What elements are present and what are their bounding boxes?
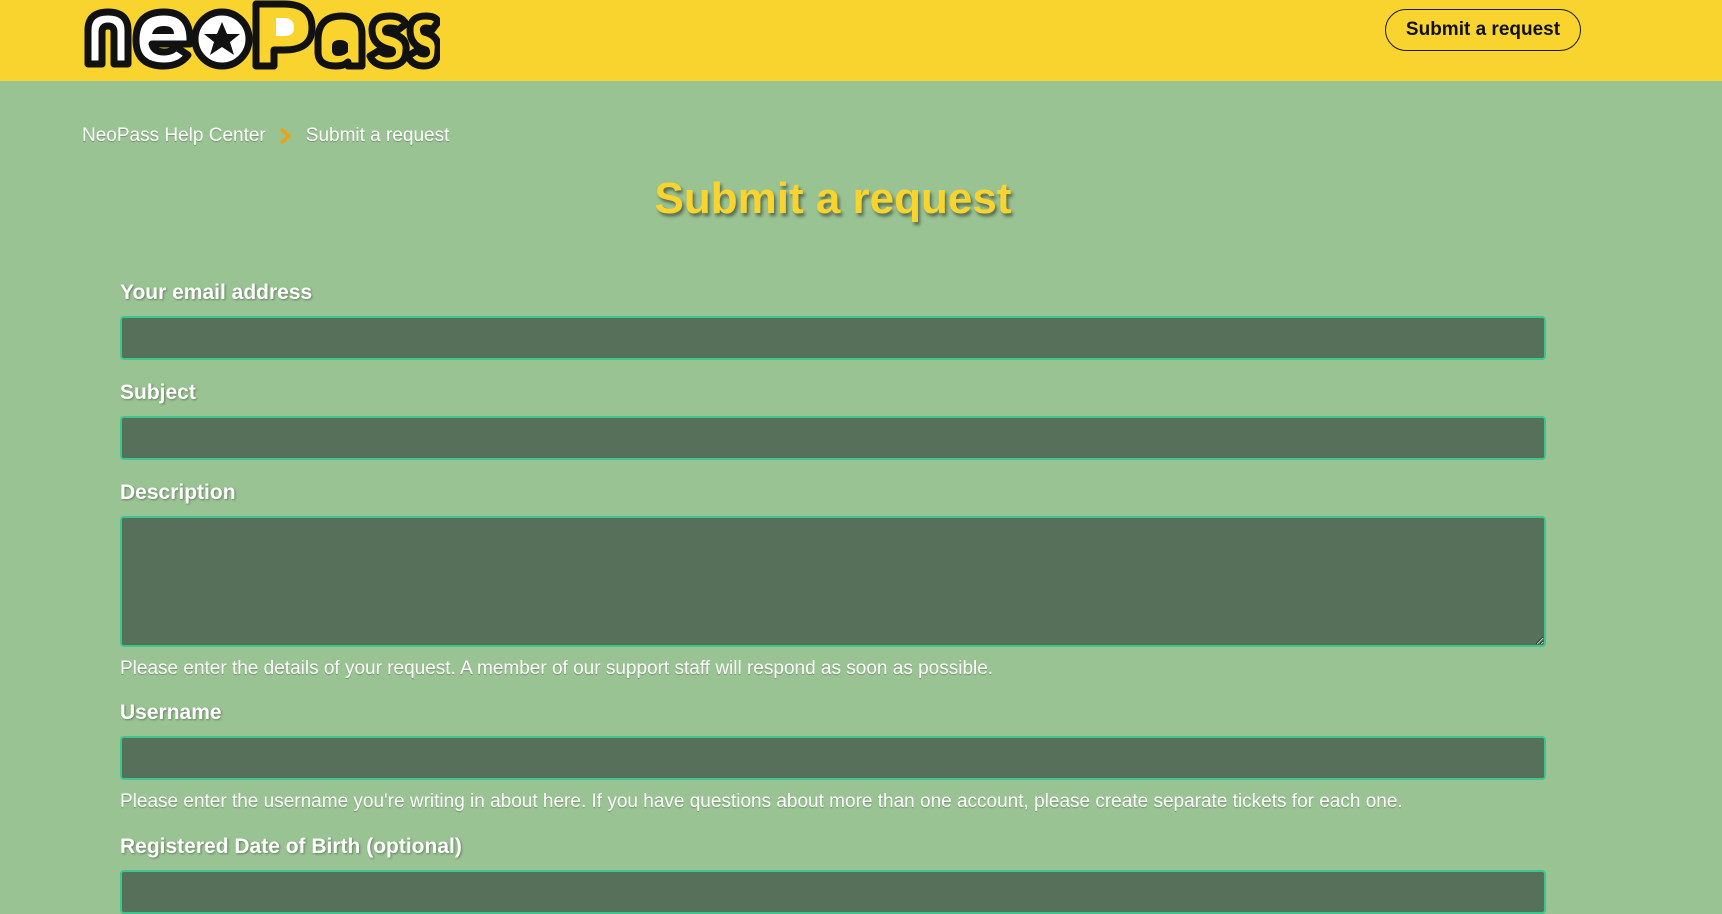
neopass-logo-graphic [84, 0, 440, 70]
neopass-logo[interactable] [80, 0, 440, 72]
email-group: Your email address [120, 280, 1546, 360]
subject-group: Subject [120, 380, 1546, 460]
email-field[interactable] [120, 316, 1546, 360]
page-title: Submit a request [654, 174, 1012, 223]
subject-label: Subject [120, 381, 196, 404]
username-hint: Please enter the username you're writing… [120, 791, 1403, 812]
header-submit-request-button[interactable]: Submit a request [1385, 9, 1581, 51]
email-label: Your email address [120, 281, 313, 304]
site-header: Submit a request [0, 0, 1722, 81]
description-group: Description Please enter the details of … [120, 480, 1546, 681]
subject-field[interactable] [120, 416, 1546, 460]
breadcrumb-current: Submit a request [305, 125, 450, 146]
username-label: Username [120, 701, 222, 724]
description-hint: Please enter the details of your request… [120, 658, 994, 679]
username-field[interactable] [120, 736, 1546, 780]
chevron-right-icon [280, 128, 292, 144]
dob-group: Registered Date of Birth (optional) [120, 834, 1546, 914]
dob-label: Registered Date of Birth (optional) [120, 835, 462, 858]
breadcrumb: NeoPass Help Center Submit a request [82, 124, 449, 148]
breadcrumb-home-link[interactable]: NeoPass Help Center [82, 125, 266, 147]
description-field[interactable] [120, 516, 1546, 647]
username-group: Username Please enter the username you'r… [120, 700, 1546, 814]
description-label: Description [120, 481, 236, 504]
